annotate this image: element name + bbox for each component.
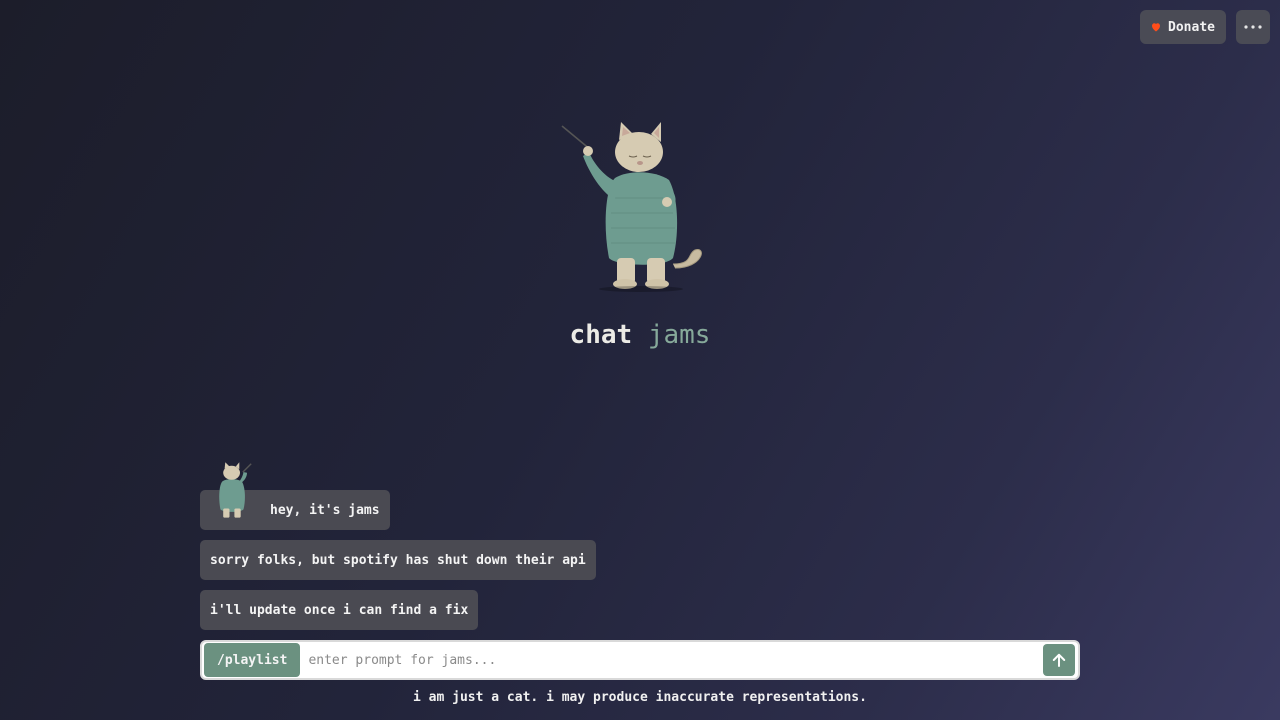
chat-message-text: i'll update once i can find a fix — [210, 602, 469, 618]
composer: /playlist — [200, 640, 1080, 680]
title-word-chat: chat — [569, 320, 633, 350]
cat-avatar — [219, 462, 252, 518]
chat-message-text: hey, it's jams — [270, 502, 380, 518]
send-button[interactable] — [1043, 644, 1075, 676]
heart-icon — [1152, 23, 1161, 32]
donate-label: Donate — [1168, 19, 1215, 35]
disclaimer-text: i am just a cat. i may produce inaccurat… — [413, 690, 867, 705]
more-horizontal-icon — [1244, 25, 1262, 29]
playlist-command-button[interactable]: /playlist — [204, 643, 301, 677]
top-bar: Donate — [1140, 10, 1270, 44]
chat-message: i'll update once i can find a fix — [200, 590, 479, 630]
chat-message-text: sorry folks, but spotify has shut down t… — [210, 552, 586, 568]
more-options-button[interactable] — [1236, 10, 1270, 44]
app-title: chat jams — [0, 320, 1280, 350]
arrow-up-icon — [1052, 653, 1066, 667]
prompt-input[interactable] — [300, 643, 1043, 677]
chat-message: sorry folks, but spotify has shut down t… — [200, 540, 596, 580]
donate-button[interactable]: Donate — [1140, 10, 1226, 44]
cat-conductor-illustration — [561, 122, 702, 292]
title-word-jams: jams — [647, 320, 711, 350]
